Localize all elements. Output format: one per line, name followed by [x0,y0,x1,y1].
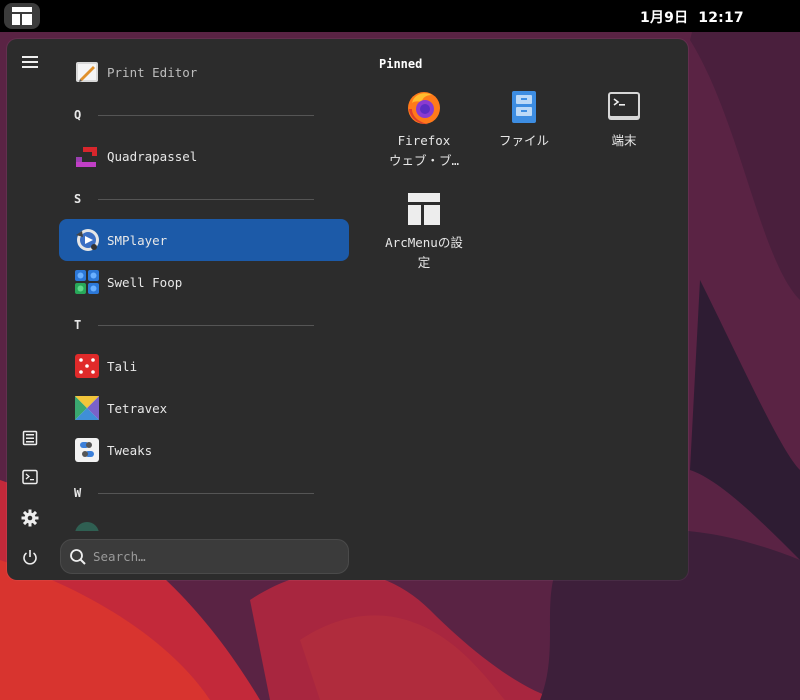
pinned-arcmenu-settings[interactable]: ArcMenuの設 定 [379,191,469,273]
app-item-tetravex[interactable]: Tetravex [59,387,349,429]
arcmenu-button[interactable] [4,3,40,29]
documents-icon [22,430,38,446]
app-label: Tali [107,358,138,374]
settings-icon [21,509,39,527]
search-placeholder: Search… [93,549,146,564]
pinned-title: Pinned [379,57,423,71]
section-letter: S [74,192,82,206]
section-divider [98,198,314,200]
section-letter: T [74,318,82,332]
pinned-label: Firefox [397,133,451,148]
app-label: Print Editor [107,64,198,80]
documents-button[interactable] [18,426,42,450]
app-list: Print Editor Q Quadrapassel S SMPlayer S… [59,39,349,531]
app-item-partial[interactable] [59,513,349,531]
app-item-tweaks[interactable]: Tweaks [59,429,349,471]
app-label: SMPlayer [107,232,168,248]
clock-date: 1月9日 [640,10,689,26]
terminal-icon [22,469,38,485]
clock-time: 12:17 [698,10,744,26]
section-divider [98,492,314,494]
app-label: Tweaks [107,442,153,458]
app-item-tali[interactable]: Tali [59,345,349,387]
arcmenu-layout-icon [12,7,32,25]
swell-foop-icon [75,270,99,294]
app-label: Tetravex [107,400,168,416]
clock[interactable]: 1月9日 12:17 [640,7,744,27]
app-item-print-editor[interactable]: Print Editor [59,51,349,93]
settings-button[interactable] [18,506,42,530]
power-icon [23,550,37,565]
tali-icon [75,354,99,378]
app-item-smplayer[interactable]: SMPlayer [59,219,349,261]
terminal-app-icon [608,92,640,120]
section-divider [98,324,314,326]
arc-menu-panel: Print Editor Q Quadrapassel S SMPlayer S… [7,39,688,580]
section-header-w: W [74,483,314,503]
section-divider [98,114,314,116]
tetravex-icon [75,396,99,420]
section-letter: W [74,486,82,500]
app-label: Quadrapassel [107,148,198,164]
app-label: Swell Foop [107,274,183,290]
tweaks-icon [75,438,99,462]
pinned-files[interactable]: ファイル [479,89,569,151]
pinned-label: ArcMenuの設 [385,235,463,250]
hamburger-menu-button[interactable] [18,50,42,74]
pinned-terminal[interactable]: 端末 [579,89,669,151]
terminal-button[interactable] [18,465,42,489]
section-letter: Q [74,108,82,122]
top-panel: 1月9日 12:17 [0,0,800,32]
menu-sidebar [7,39,53,580]
search-field[interactable]: Search… [60,539,349,574]
app-item-quadrapassel[interactable]: Quadrapassel [59,135,349,177]
quadrapassel-icon [76,147,97,167]
pinned-label: ファイル [498,133,549,148]
print-editor-icon [76,62,98,82]
section-header-t: T [74,315,314,335]
app-item-swell-foop[interactable]: Swell Foop [59,261,349,303]
pinned-firefox[interactable]: Firefox ウェブ・ブ… [379,89,469,171]
section-header-q: Q [74,105,314,125]
partial-app-icon [75,522,99,531]
smplayer-icon [76,229,99,251]
power-button[interactable] [18,545,42,569]
pinned-label: 端末 [611,133,637,148]
pinned-label-2: 定 [417,255,431,270]
files-icon [512,91,536,123]
firefox-icon [408,92,440,125]
arcmenu-settings-icon [408,193,440,225]
search-icon [70,548,86,565]
section-header-s: S [74,189,314,209]
hamburger-icon [22,56,38,68]
pinned-label-2: ウェブ・ブ… [388,153,460,168]
